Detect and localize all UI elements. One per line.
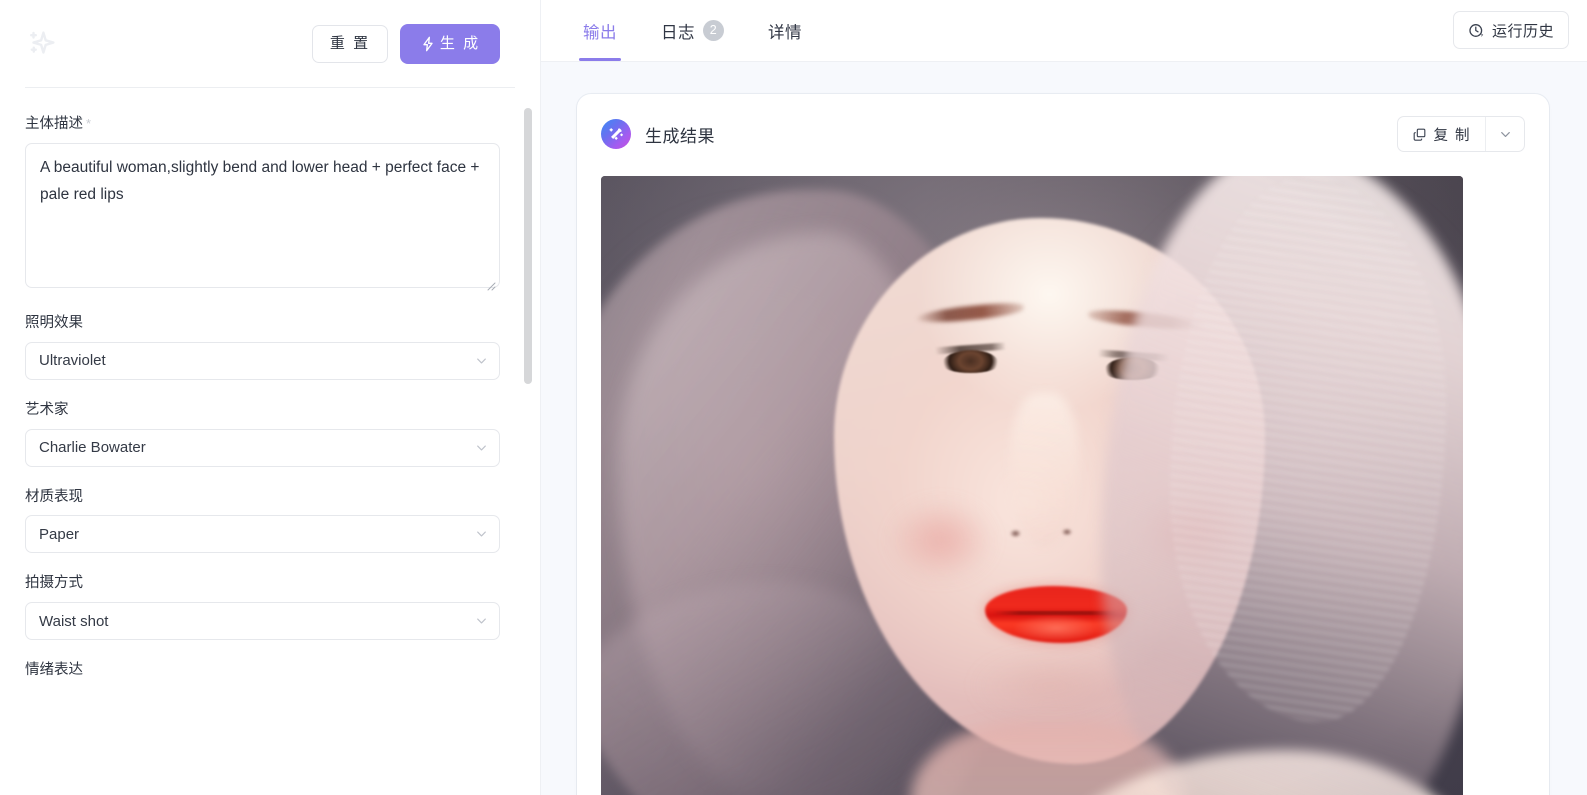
material-select[interactable]: Paper	[25, 515, 500, 554]
generation-result-card: 生成结果 复 制	[577, 94, 1549, 795]
field-subject-description: 主体描述 *	[25, 115, 500, 293]
bolt-icon	[420, 36, 436, 52]
copy-icon	[1412, 127, 1427, 142]
tab-details-label: 详情	[768, 23, 802, 42]
lighting-select[interactable]: Ultraviolet	[25, 341, 500, 380]
copy-button[interactable]: 复 制	[1398, 117, 1486, 151]
subject-description-input[interactable]	[25, 142, 500, 288]
field-label: 照明效果	[25, 314, 83, 331]
result-card-actions: 复 制	[1397, 116, 1525, 152]
textarea-wrapper	[25, 142, 500, 293]
artist-select-value: Charlie Bowater	[39, 439, 146, 457]
field-label: 材质表现	[25, 488, 83, 505]
tab-output[interactable]: 输出	[561, 0, 639, 61]
generated-image[interactable]	[601, 176, 1463, 795]
parameters-form: 主体描述* 照明效果 Ultraviolet	[0, 88, 540, 795]
field-shot-type: 拍摄方式 Waist shot	[25, 574, 500, 641]
copy-dropdown-button[interactable]	[1486, 117, 1524, 151]
field-artist: 艺术家 Charlie Bowater	[25, 401, 500, 467]
tab-logs-label: 日志	[661, 23, 695, 42]
field-emotion: 情绪表达	[25, 661, 500, 680]
artist-select[interactable]: Charlie Bowater	[25, 428, 500, 467]
field-lighting: 照明效果 Ultraviolet	[25, 314, 500, 380]
output-panel-header: 输出 日志 2 详情 运行历史	[541, 0, 1587, 62]
generate-button[interactable]: 生 成	[400, 23, 500, 64]
field-label: 主体描述 *	[25, 115, 500, 134]
chevron-down-icon	[475, 441, 488, 454]
panel-actions: 重 置 生 成	[312, 23, 500, 64]
chevron-down-icon	[1499, 128, 1512, 141]
output-tabs: 输出 日志 2 详情	[561, 0, 824, 61]
shot-type-select-value: Waist shot	[39, 612, 109, 630]
field-label: 艺术家	[25, 401, 69, 418]
field-material: 材质表现 Paper	[25, 488, 500, 554]
tab-details[interactable]: 详情	[746, 0, 824, 61]
generate-button-label: 生 成	[439, 35, 481, 52]
parameters-panel-header: 重 置 生 成	[0, 0, 540, 87]
lighting-select-value: Ultraviolet	[39, 352, 106, 370]
output-panel: 输出 日志 2 详情 运行历史 生成结果 复 制	[540, 0, 1587, 795]
tab-logs[interactable]: 日志 2	[639, 0, 746, 61]
field-label: 情绪表达	[25, 662, 83, 679]
parameters-panel: 重 置 生 成 主体描述 * A beautiful woman,slightl…	[0, 0, 540, 795]
result-card-header: 生成结果 复 制	[601, 114, 1525, 154]
result-card-title: 生成结果	[645, 126, 715, 146]
magic-wand-icon	[601, 119, 631, 149]
required-mark: *	[86, 116, 92, 131]
chevron-down-icon	[475, 354, 488, 367]
copy-button-label: 复 制	[1433, 127, 1471, 144]
app-root: 重 置 生 成 主体描述 * A beautiful woman,slightl…	[0, 0, 1587, 795]
field-label-text: 主体描述	[25, 116, 83, 132]
material-select-value: Paper	[39, 525, 80, 543]
sparkle-icon	[25, 27, 59, 61]
tab-logs-badge: 2	[703, 20, 724, 41]
run-history-label: 运行历史	[1491, 22, 1554, 40]
shot-type-select[interactable]: Waist shot	[25, 602, 500, 641]
field-label: 拍摄方式	[25, 575, 83, 592]
reset-button[interactable]: 重 置	[312, 24, 388, 63]
chevron-down-icon	[475, 615, 488, 628]
parameters-panel-scrollbar[interactable]	[524, 108, 532, 384]
portrait-illustration	[601, 176, 1463, 795]
tab-output-label: 输出	[583, 23, 617, 42]
run-history-button[interactable]: 运行历史	[1452, 11, 1569, 49]
history-clock-icon	[1468, 22, 1485, 39]
output-panel-body: 生成结果 复 制	[541, 62, 1587, 795]
chevron-down-icon	[475, 528, 488, 541]
